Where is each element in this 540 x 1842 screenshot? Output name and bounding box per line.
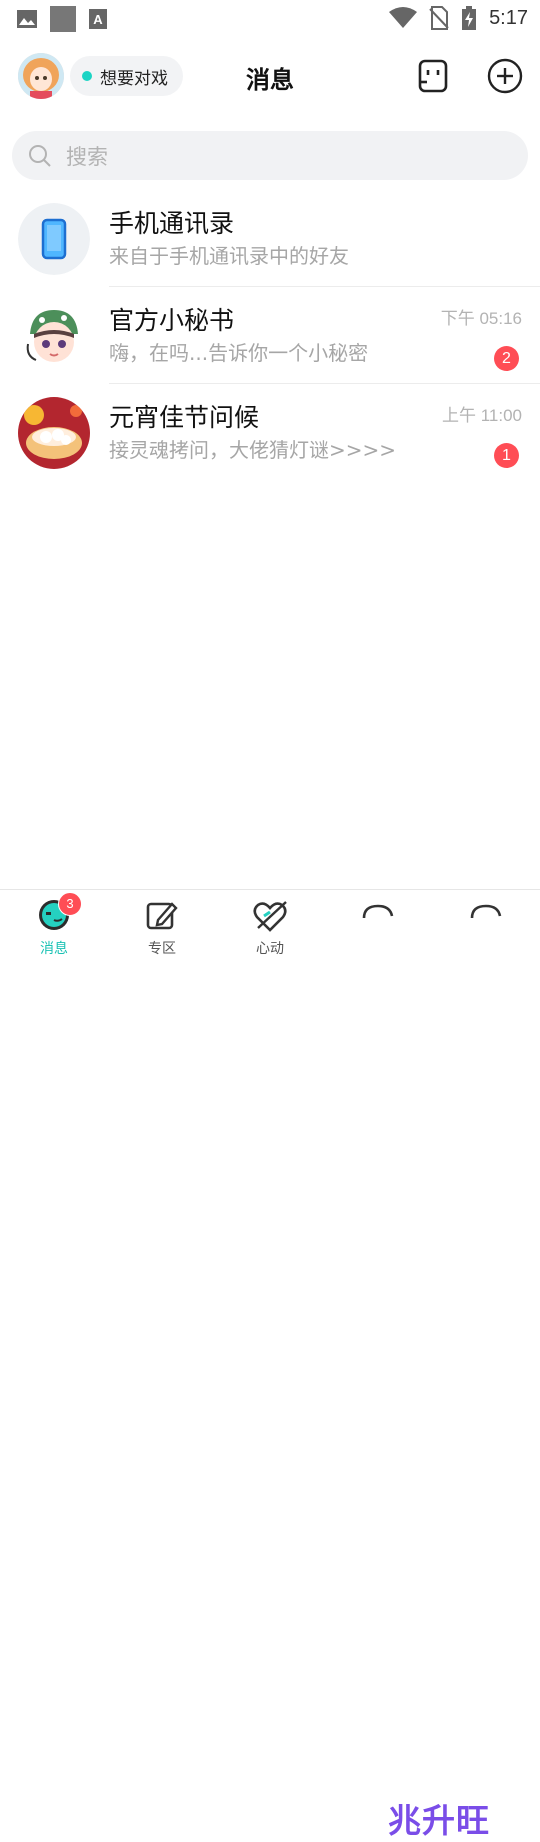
secretary-avatar (18, 300, 90, 372)
conversation-preview: 嗨，在吗...告诉你一个小秘密 (109, 341, 369, 365)
contacts-button[interactable] (413, 56, 453, 96)
search-bar[interactable]: 搜索 (12, 131, 528, 180)
clock: 5:17 (489, 6, 528, 29)
plus-circle-icon (487, 58, 523, 94)
tab-zone[interactable]: 专区 (122, 890, 202, 961)
tab-messages[interactable]: 3 消息 (14, 890, 94, 961)
search-icon (29, 144, 51, 167)
conversation-name: 元宵佳节问候 (109, 403, 260, 432)
conversation-preview: 接灵魂拷问，大佬猜灯谜>>>> (109, 438, 397, 462)
conversation-row-lantern-festival[interactable]: 元宵佳节问候 接灵魂拷问，大佬猜灯谜>>>> 上午 11:00 1 (0, 384, 540, 481)
partial-icon (470, 904, 502, 919)
partial-icon (362, 904, 394, 919)
tab-label: 消息 (40, 941, 68, 957)
edit-icon (146, 902, 178, 930)
conversation-row-secretary[interactable]: 官方小秘书 嗨，在吗...告诉你一个小秘密 下午 05:16 2 (0, 287, 540, 384)
status-bar: A 5:17 (0, 0, 540, 36)
top-header: 想要对戏 消息 (0, 46, 540, 106)
no-sim-icon (429, 6, 449, 30)
wifi-icon (389, 7, 418, 28)
conversation-name: 官方小秘书 (109, 306, 235, 335)
image-icon (17, 10, 37, 28)
conversation-row-contacts[interactable]: 手机通讯录 来自于手机通讯录中的好友 (0, 190, 540, 287)
conversation-list: 手机通讯录 来自于手机通讯录中的好友 官方小秘书 嗨，在吗...告诉你一个小秘密… (0, 190, 540, 481)
square-icon (50, 6, 76, 32)
conversation-time: 上午 11:00 (441, 406, 522, 425)
unread-badge: 1 (494, 443, 519, 468)
unread-badge: 2 (494, 346, 519, 371)
page-title: 消息 (246, 66, 294, 94)
watermark: 兆升旺 (388, 1801, 490, 1840)
tab-heartbeat[interactable]: 心动 (230, 890, 310, 961)
phone-contacts-avatar (18, 203, 90, 275)
tab-partial-4[interactable] (338, 890, 418, 961)
tab-partial-5[interactable] (446, 890, 526, 961)
conversation-name: 手机通讯录 (109, 209, 235, 238)
svg-text:A: A (93, 12, 103, 27)
contacts-icon (418, 59, 448, 93)
tab-label: 专区 (148, 941, 176, 957)
battery-charging-icon (462, 6, 477, 30)
conversation-preview: 来自于手机通讯录中的好友 (109, 244, 349, 268)
conversation-time: 下午 05:16 (440, 309, 522, 328)
tab-label: 心动 (256, 941, 284, 957)
font-icon: A (89, 9, 107, 29)
bottom-tab-bar: 3 消息 专区 心动 兆升旺 (0, 889, 540, 1840)
tab-unread-badge: 3 (58, 892, 82, 916)
heart-arrow-icon (253, 901, 287, 932)
lantern-festival-avatar (18, 397, 90, 469)
search-placeholder: 搜索 (66, 144, 108, 169)
add-button[interactable] (485, 56, 525, 96)
